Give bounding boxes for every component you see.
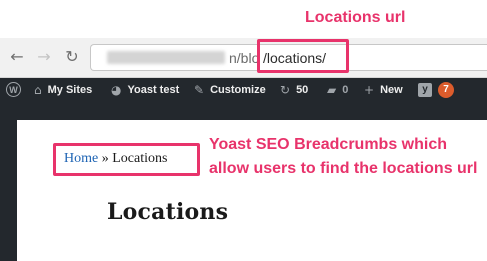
page-title: Locations (107, 199, 229, 225)
customize-label: Customize (210, 83, 266, 96)
wordpress-logo-icon: W (6, 82, 21, 97)
yoast-notification-badge: 7 (438, 81, 454, 98)
annotation-breadcrumb-label: Yoast SEO Breadcrumbs which allow users … (209, 136, 478, 177)
wordpress-menu[interactable]: W (6, 78, 21, 101)
new-content-menu[interactable]: + New (364, 78, 403, 101)
url-highlight-box (257, 39, 349, 73)
browser-toolbar: ← → ↻ n/blo /locations/ (0, 38, 487, 78)
comments-count: 0 (342, 83, 349, 96)
my-sites-menu[interactable]: ⌂ My Sites (34, 78, 92, 101)
my-sites-label: My Sites (47, 83, 93, 96)
updates-count: 50 (296, 83, 309, 96)
arrow-right-icon: → (37, 46, 51, 66)
plus-icon: + (364, 82, 375, 97)
arrow-left-icon: ← (10, 46, 24, 66)
my-sites-icon: ⌂ (34, 82, 42, 97)
annotation-url-label: Locations url (305, 9, 406, 26)
comments-link[interactable]: ▰ 0 (327, 78, 348, 101)
site-name-menu[interactable]: ◕ Yoast test (111, 78, 179, 101)
reload-icon: ↻ (65, 46, 79, 66)
comment-icon: ▰ (327, 82, 337, 97)
new-label: New (380, 83, 403, 96)
site-name-label: Yoast test (127, 83, 180, 96)
back-button[interactable]: ← (8, 46, 26, 66)
brush-icon: ✎ (194, 82, 205, 97)
yoast-seo-menu[interactable]: y 7 (418, 78, 454, 101)
dashboard-icon: ◕ (111, 82, 122, 97)
customize-link[interactable]: ✎ Customize (194, 78, 266, 101)
updates-icon: ↻ (280, 82, 291, 97)
reload-button[interactable]: ↻ (63, 46, 81, 66)
updates-link[interactable]: ↻ 50 (280, 78, 308, 101)
url-partial: n/blo (229, 50, 260, 66)
yoast-logo-icon: y (418, 82, 432, 97)
wp-admin-bar: W ⌂ My Sites ◕ Yoast test ✎ Customize ↻ … (0, 78, 487, 101)
blurred-domain (107, 51, 225, 64)
forward-button[interactable]: → (35, 46, 53, 66)
breadcrumb-highlight-box (53, 143, 200, 176)
